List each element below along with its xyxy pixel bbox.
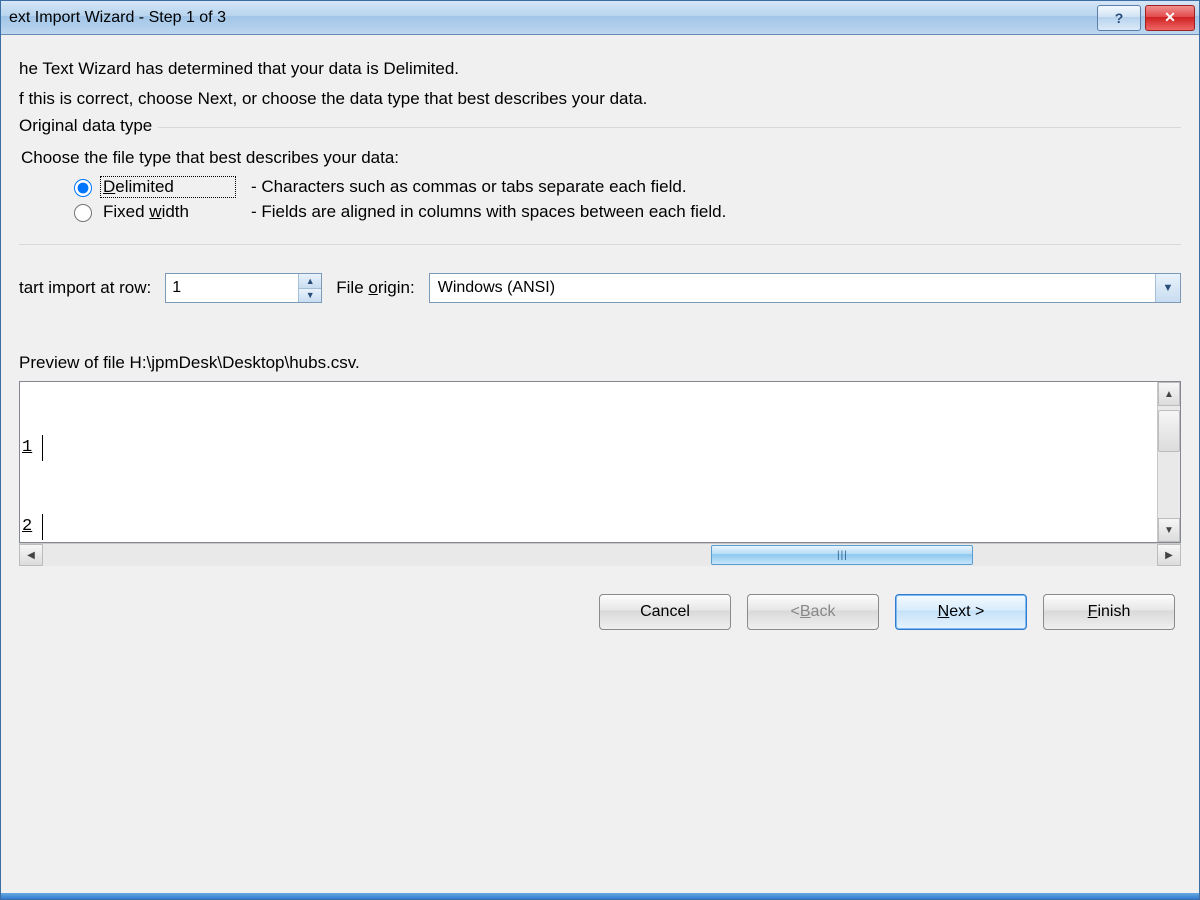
preview-row-number: 1 (20, 435, 43, 461)
divider (19, 244, 1181, 245)
preview-row-content (43, 514, 45, 540)
preview-horizontal-scrollbar[interactable]: ◀ ||| ▶ (19, 543, 1181, 566)
preview-text-area: 1 2 3ws Server 2003 and 2008","Published… (20, 382, 1157, 542)
file-origin-label: File origin: (336, 278, 414, 298)
cancel-button[interactable]: Cancel (599, 594, 731, 630)
text-import-wizard-dialog: ext Import Wizard - Step 1 of 3 ? ✕ he T… (0, 0, 1200, 900)
horizontal-scroll-thumb[interactable]: ||| (711, 545, 973, 565)
start-import-row-input[interactable] (166, 274, 298, 302)
close-button[interactable]: ✕ (1145, 5, 1195, 31)
fixed-width-description: - Fields are aligned in columns with spa… (251, 202, 726, 222)
scroll-left-button[interactable]: ◀ (19, 544, 43, 566)
spinner-down-button[interactable]: ▼ (299, 289, 321, 303)
preview-panel: 1 2 3ws Server 2003 and 2008","Published… (19, 381, 1181, 543)
delimited-radio-label[interactable]: Delimited (101, 177, 235, 197)
choose-file-type-label: Choose the file type that best describes… (21, 148, 1181, 168)
file-origin-input[interactable] (430, 274, 1155, 302)
finish-button[interactable]: Finish (1043, 594, 1175, 630)
preview-label: Preview of file H:\jpmDesk\Desktop\hubs.… (19, 353, 1181, 373)
vertical-scroll-thumb[interactable] (1158, 410, 1180, 452)
delimited-description: - Characters such as commas or tabs sepa… (251, 177, 687, 197)
fixed-width-radio-label[interactable]: Fixed width (101, 202, 235, 222)
help-icon: ? (1115, 10, 1124, 26)
delimited-radio[interactable] (74, 179, 92, 197)
start-import-row-spinner[interactable]: ▲ ▼ (165, 273, 322, 303)
titlebar: ext Import Wizard - Step 1 of 3 ? ✕ (1, 1, 1199, 35)
original-data-type-group: Original data type Choose the file type … (19, 127, 1181, 236)
window-title: ext Import Wizard - Step 1 of 3 (9, 9, 1097, 27)
spinner-up-button[interactable]: ▲ (299, 274, 321, 289)
dialog-bottom-border (1, 893, 1199, 899)
preview-row-number: 2 (20, 514, 43, 540)
close-icon: ✕ (1164, 9, 1176, 26)
scroll-down-button[interactable]: ▼ (1158, 518, 1180, 542)
preview-vertical-scrollbar[interactable]: ▲ ▼ (1157, 382, 1180, 542)
file-origin-combo[interactable]: ▼ (429, 273, 1181, 303)
start-import-row-label: tart import at row: (19, 278, 151, 298)
scroll-right-button[interactable]: ▶ (1157, 544, 1181, 566)
fixed-width-radio[interactable] (74, 204, 92, 222)
help-button[interactable]: ? (1097, 5, 1141, 31)
intro-line-2: f this is correct, choose Next, or choos… (19, 89, 1181, 109)
preview-row-content (43, 435, 45, 461)
next-button[interactable]: Next > (895, 594, 1027, 630)
back-button[interactable]: < Back (747, 594, 879, 630)
original-data-type-legend: Original data type (19, 116, 158, 136)
scroll-up-button[interactable]: ▲ (1158, 382, 1180, 406)
file-origin-dropdown-button[interactable]: ▼ (1155, 274, 1180, 302)
intro-line-1: he Text Wizard has determined that your … (19, 59, 1181, 79)
